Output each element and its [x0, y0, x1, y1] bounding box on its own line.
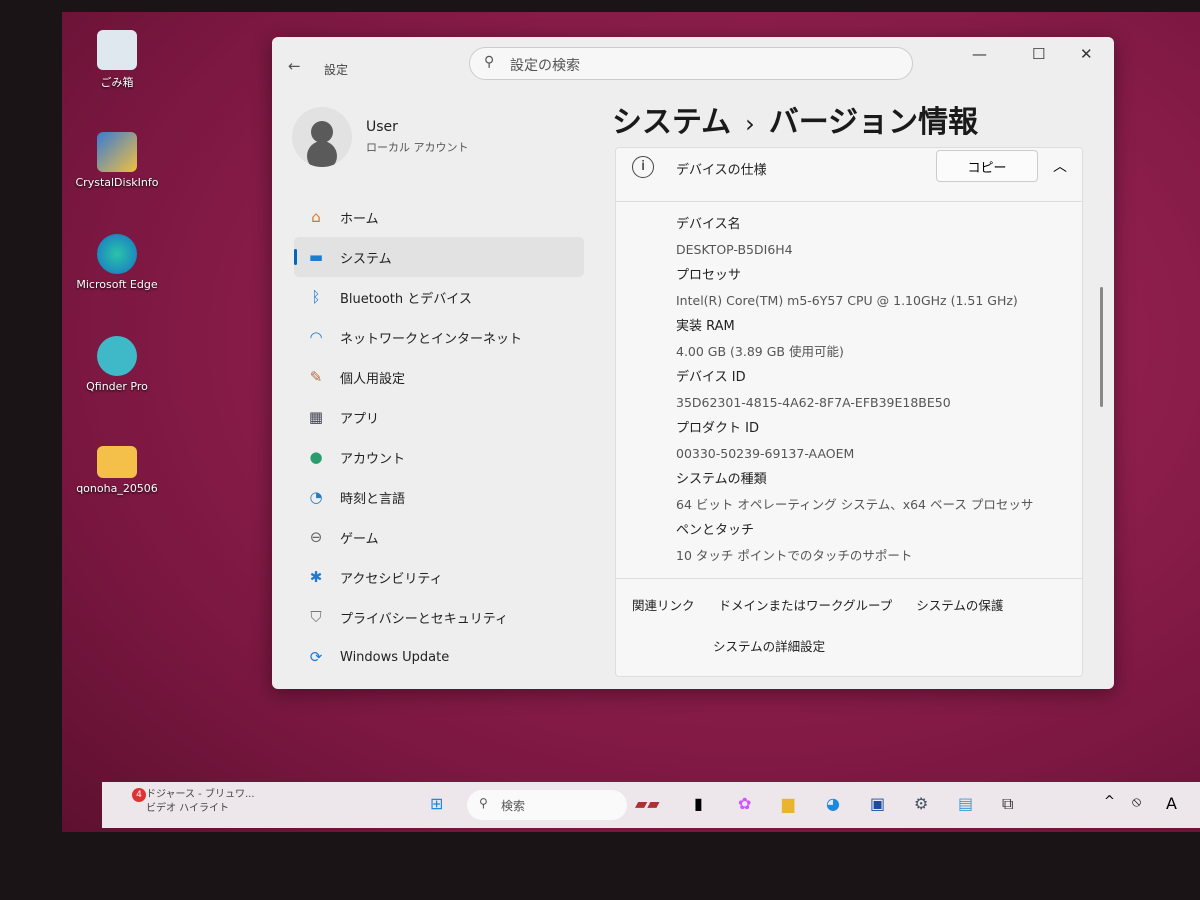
edge-icon[interactable]: ◕ — [826, 794, 840, 813]
title-bar: ← 設定 ⚲ 設定の検索 — ☐ ✕ — [272, 37, 1114, 87]
remote-desktop-icon[interactable]: ▤ — [958, 794, 973, 813]
spec-value: Intel(R) Core(TM) m5-6Y57 CPU @ 1.10GHz … — [676, 293, 1018, 308]
qfinder-icon — [97, 336, 137, 376]
info-icon: i — [632, 156, 654, 178]
page-title: バージョン情報 — [768, 105, 979, 140]
spec-label: プロダクト ID — [676, 421, 759, 436]
nav-system[interactable]: ▬ システム — [294, 237, 584, 277]
nav-accessibility[interactable]: ✱ アクセシビリティ — [294, 557, 584, 597]
accessibility-icon: ✱ — [309, 568, 323, 586]
nav-home[interactable]: ⌂ ホーム — [294, 197, 584, 237]
taskbar-search[interactable]: ⚲ 検索 — [467, 790, 627, 820]
search-highlight-icon[interactable]: ▰▰ — [635, 794, 660, 813]
spec-label: デバイス名 — [676, 217, 741, 232]
spec-list: デバイス名 DESKTOP-B5DI6H4 プロセッサ Intel(R) Core(T… — [616, 202, 1082, 569]
desktop-icon-crystaldiskinfo[interactable]: CrystalDiskInfo — [62, 132, 172, 189]
nav-windows-update[interactable]: ⟳ Windows Update — [294, 637, 584, 677]
avatar — [292, 107, 352, 167]
no-network-icon[interactable]: ⦸ — [1132, 794, 1141, 810]
chevron-up-icon[interactable]: ︿ — [1053, 156, 1067, 176]
home-icon: ⌂ — [311, 208, 321, 226]
app-title: 設定 — [324, 63, 349, 77]
task-view-icon[interactable]: ▮ — [694, 794, 703, 813]
bluetooth-icon: ᛒ — [311, 288, 321, 306]
nav-accounts[interactable]: ● アカウント — [294, 437, 584, 477]
nav-network[interactable]: ◠ ネットワークとインターネット — [294, 317, 584, 357]
breadcrumb-parent[interactable]: システム — [612, 105, 731, 140]
nav-privacy[interactable]: ⛉ プライバシーとセキュリティ — [294, 597, 584, 637]
nav-time-language[interactable]: ◔ 時刻と言語 — [294, 477, 584, 517]
settings-gear-icon[interactable]: ⚙ — [914, 794, 928, 813]
spec-value: 64 ビット オペレーティング システム、x64 ベース プロセッサ — [676, 497, 1034, 512]
monitor-icon: ▬ — [308, 248, 324, 266]
maximize-button[interactable]: ☐ — [1032, 45, 1045, 63]
update-icon: ⟳ — [309, 648, 323, 666]
link-system-protection[interactable]: システムの保護 — [916, 598, 1003, 613]
crystaldiskinfo-icon — [97, 132, 137, 172]
ime-indicator[interactable]: A — [1166, 794, 1177, 813]
spec-label: 実装 RAM — [676, 319, 735, 334]
brush-icon: ✎ — [309, 368, 323, 386]
user-profile[interactable]: User ローカル アカウント — [292, 107, 469, 167]
copilot-icon[interactable]: ✿ — [738, 794, 751, 813]
globe-clock-icon: ◔ — [309, 488, 323, 506]
search-icon: ⚲ — [479, 796, 488, 810]
device-spec-panel: i デバイスの仕様 コピー ︿ デバイス名 DESKTOP-B5DI6H4 プロセッ… — [615, 147, 1083, 677]
nav-apps[interactable]: ▦ アプリ — [294, 397, 584, 437]
close-button[interactable]: ✕ — [1080, 45, 1093, 63]
spec-value: DESKTOP-B5DI6H4 — [676, 242, 793, 257]
chevron-up-icon[interactable]: ^ — [1104, 794, 1115, 809]
nav-gaming[interactable]: ⊖ ゲーム — [294, 517, 584, 557]
link-advanced-system-settings[interactable]: システムの詳細設定 — [713, 639, 825, 654]
spec-label: デバイス ID — [676, 370, 746, 385]
settings-search-input[interactable]: ⚲ 設定の検索 — [469, 47, 913, 80]
network-app-icon[interactable]: ⧉ — [1002, 794, 1013, 814]
news-widget[interactable]: 4 ドジャース - ブリュワ... ビデオ ハイライト — [120, 788, 255, 816]
wifi-icon: ◠ — [309, 328, 323, 346]
back-arrow-icon[interactable]: ← — [288, 57, 301, 75]
file-explorer-icon[interactable]: ▆ — [782, 794, 794, 813]
store-icon[interactable]: ▣ — [870, 794, 885, 813]
settings-window: ← 設定 ⚲ 設定の検索 — ☐ ✕ User ローカル アカウント ⌂ ホーム ▬ シ… — [272, 37, 1114, 689]
device-spec-header[interactable]: i デバイスの仕様 コピー ︿ — [616, 148, 1082, 202]
related-links: 関連リンク ドメインまたはワークグループ システムの保護 システムの詳細設定 — [616, 578, 1082, 655]
taskbar: 4 ドジャース - ブリュワ... ビデオ ハイライト ⊞ ⚲ 検索 ▰▰ ▮ ✿ ▆… — [102, 782, 1200, 828]
person-icon: ● — [309, 448, 323, 466]
sidebar-nav: ⌂ ホーム ▬ システム ᛒ Bluetooth とデバイス ◠ ネットワークとインター… — [294, 197, 584, 677]
spec-label: プロセッサ — [676, 268, 742, 283]
notification-badge: 4 — [132, 788, 146, 802]
spec-value: 10 タッチ ポイントでのタッチのサポート — [676, 548, 913, 563]
spec-value: 35D62301-4815-4A62-8F7A-EFB39E18BE50 — [676, 395, 951, 410]
edge-icon — [97, 234, 137, 274]
copy-button[interactable]: コピー — [936, 150, 1038, 182]
start-icon[interactable]: ⊞ — [430, 794, 443, 813]
apps-icon: ▦ — [308, 408, 324, 426]
desktop: ごみ箱 CrystalDiskInfo Microsoft Edge Qfind… — [62, 12, 1200, 832]
desktop-icon-folder[interactable]: qonoha_20506 — [62, 440, 172, 495]
spec-value: 00330-50239-69137-AAOEM — [676, 446, 855, 461]
nav-personalization[interactable]: ✎ 個人用設定 — [294, 357, 584, 397]
desktop-icon-edge[interactable]: Microsoft Edge — [62, 234, 172, 291]
spec-label: ペンとタッチ — [676, 523, 755, 538]
nav-bluetooth[interactable]: ᛒ Bluetooth とデバイス — [294, 277, 584, 317]
search-icon: ⚲ — [484, 54, 495, 70]
breadcrumb: システム › バージョン情報 — [612, 105, 979, 140]
desktop-icon-qfinder[interactable]: Qfinder Pro — [62, 336, 172, 393]
minimize-button[interactable]: — — [972, 45, 987, 63]
shield-icon: ⛉ — [310, 608, 322, 626]
spec-value: 4.00 GB (3.89 GB 使用可能) — [676, 344, 844, 359]
folder-icon — [97, 446, 137, 478]
spec-label: システムの種類 — [676, 472, 767, 487]
recycle-bin-icon — [97, 30, 137, 70]
link-domain-workgroup[interactable]: ドメインまたはワークグループ — [719, 598, 893, 613]
gamepad-icon: ⊖ — [309, 528, 323, 546]
scrollbar[interactable] — [1100, 287, 1103, 407]
desktop-icon-recycle-bin[interactable]: ごみ箱 — [62, 30, 172, 90]
